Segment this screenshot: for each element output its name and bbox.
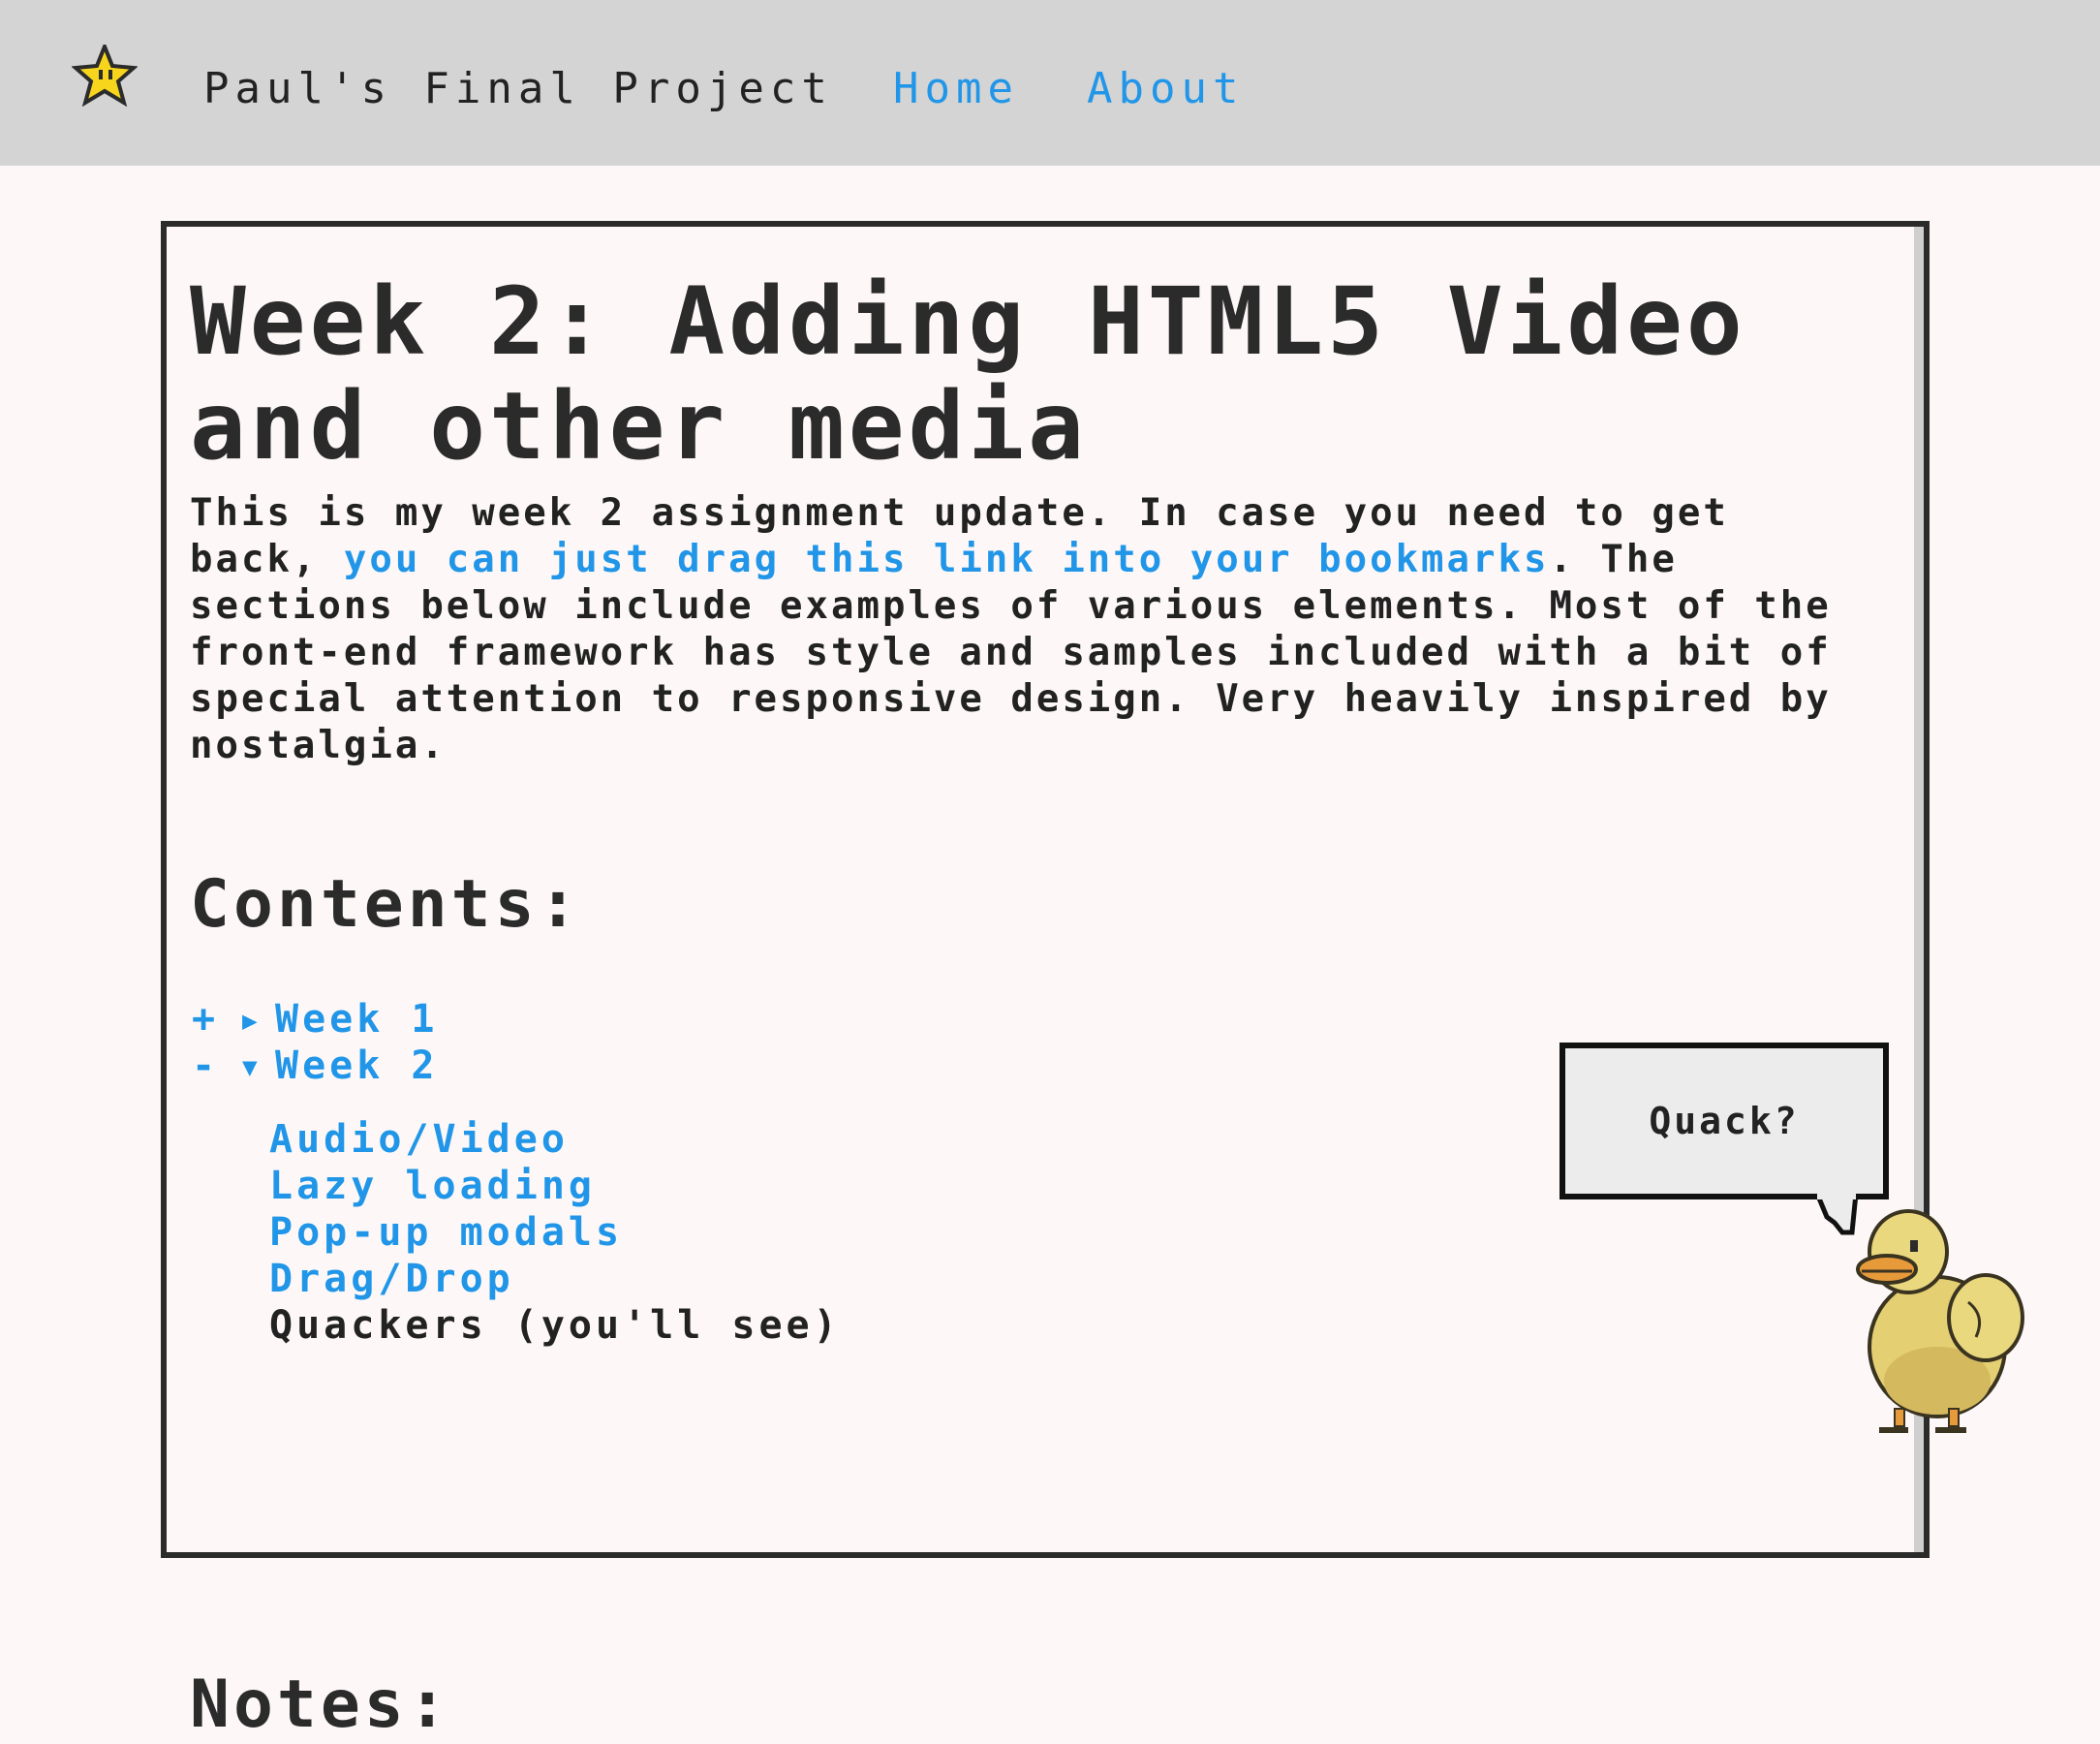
content-card: Week 2: Adding HTML5 Video and other med… <box>161 221 1930 1743</box>
toc-item-quackers: Quackers (you'll see) <box>269 1303 841 1348</box>
toc-item-drag-drop[interactable]: Drag/Drop <box>269 1256 841 1302</box>
nav-link-home[interactable]: Home <box>893 62 1019 116</box>
toc-week2[interactable]: - ▼ Week 2 <box>192 1043 439 1091</box>
toc-week2-list: Audio/Video Lazy loading Pop-up modals D… <box>269 1116 841 1349</box>
toc-week1-label: Week 1 <box>275 997 439 1042</box>
star-icon[interactable] <box>72 45 138 107</box>
site-brand[interactable]: Paul's Final Project <box>203 62 833 116</box>
speech-bubble: Quack? <box>1560 1043 1889 1199</box>
triangle-right-icon: ▶ <box>242 1007 262 1036</box>
top-navbar: Paul's Final Project Home About <box>0 0 2100 166</box>
page-title: Week 2: Adding HTML5 Video and other med… <box>190 267 1746 481</box>
toc-week2-sign: - <box>192 1043 220 1088</box>
toc-week1-sign: + <box>192 997 220 1042</box>
toc-week2-label: Week 2 <box>275 1043 439 1088</box>
speech-text: Quack? <box>1649 1100 1800 1142</box>
toc-item-popup-modals[interactable]: Pop-up modals <box>269 1209 841 1256</box>
toc-item-audio-video[interactable]: Audio/Video <box>269 1116 841 1163</box>
intro-paragraph: This is my week 2 assignment update. In … <box>190 490 1856 769</box>
bookmark-link[interactable]: you can just drag this link into your bo… <box>344 538 1550 581</box>
triangle-down-icon: ▼ <box>242 1053 262 1082</box>
contents-heading: Contents: <box>190 866 582 943</box>
nav-link-about[interactable]: About <box>1087 62 1244 116</box>
toc-week1[interactable]: + ▶ Week 1 <box>192 996 439 1044</box>
duck-icon[interactable] <box>1840 1201 2030 1434</box>
notes-heading: Notes: <box>190 1666 451 1743</box>
toc-item-lazy-loading[interactable]: Lazy loading <box>269 1163 841 1209</box>
